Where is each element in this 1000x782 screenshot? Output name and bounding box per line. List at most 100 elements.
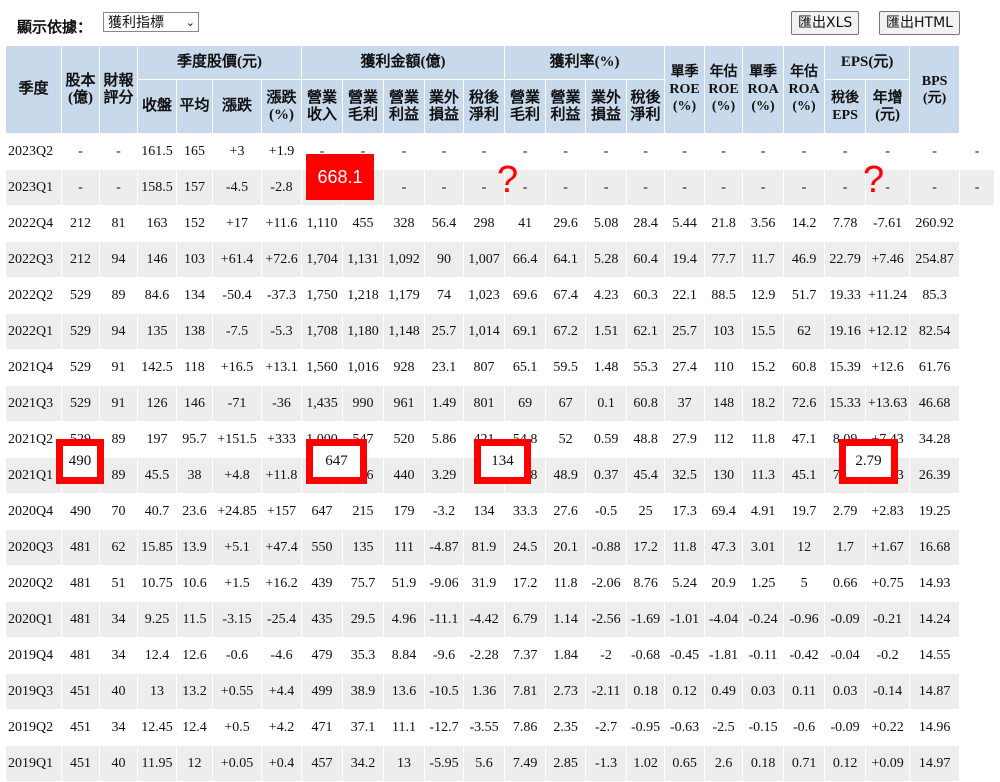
table-cell: 179 <box>383 493 425 530</box>
table-cell: - <box>742 133 785 170</box>
table-cell: 67 <box>545 385 587 422</box>
season-cell: 2019Q3 <box>5 673 62 710</box>
table-row: 2020Q1 481 34 9.25 11.5 -3.15 -25.4 435 29.5 4.96… <box>5 601 995 638</box>
table-cell: +13.1 <box>261 349 302 386</box>
table-cell: -2.8 <box>261 169 302 206</box>
table-cell: 37.1 <box>342 709 384 746</box>
col-roa-q: 單季 ROA (%) <box>742 45 785 134</box>
table-cell: - <box>909 169 961 206</box>
table-cell: +0.5 <box>212 709 262 746</box>
col-close: 收盤 <box>137 79 177 134</box>
table-cell: 22.79 <box>824 241 867 278</box>
export-html-button[interactable]: 匯出HTML <box>879 11 960 35</box>
table-cell: 1,092 <box>383 241 425 278</box>
table-cell: - <box>742 169 785 206</box>
table-cell: 27.6 <box>545 493 587 530</box>
table-cell: 60.4 <box>626 241 666 278</box>
table-cell: - <box>664 169 706 206</box>
col-net-income: 稅後 淨利 <box>462 79 506 134</box>
table-cell: -2.28 <box>462 637 506 674</box>
table-cell: 11.8 <box>742 421 785 458</box>
export-xls-button[interactable]: 匯出XLS <box>791 11 860 35</box>
table-cell: 212 <box>61 241 100 278</box>
table-cell: 135 <box>137 313 177 350</box>
table-cell: 64.1 <box>545 241 587 278</box>
table-cell: -0.24 <box>742 601 785 638</box>
table-cell: -0.42 <box>783 637 826 674</box>
table-cell: 60.3 <box>626 277 666 314</box>
group-eps: EPS(元) <box>824 45 911 80</box>
table-cell: -0.21 <box>865 601 911 638</box>
table-cell: -36 <box>261 385 302 422</box>
table-cell: 5.24 <box>664 565 706 602</box>
table-cell: 27.9 <box>664 421 706 458</box>
table-cell: -71 <box>212 385 262 422</box>
table-cell: 215 <box>342 493 384 530</box>
table-cell: 7.37 <box>504 637 547 674</box>
table-cell: +61.4 <box>212 241 262 278</box>
table-cell: 12.6 <box>176 637 213 674</box>
table-cell: 1,016 <box>342 349 384 386</box>
table-cell: - <box>585 133 628 170</box>
table-cell: 62.1 <box>626 313 666 350</box>
table-cell: +5.1 <box>212 529 262 566</box>
table-cell: 82.54 <box>909 313 961 350</box>
table-cell: 0.66 <box>824 565 867 602</box>
table-cell: 451 <box>61 745 100 782</box>
display-by-value: 獲利指標 <box>108 15 164 31</box>
table-cell: +16.2 <box>261 565 302 602</box>
table-cell: 328 <box>383 205 425 242</box>
table-cell: 89 <box>99 277 138 314</box>
season-cell: 2020Q3 <box>5 529 62 566</box>
col-eps: 稅後 EPS <box>824 79 867 134</box>
table-cell: 8.76 <box>626 565 666 602</box>
table-cell: 23.6 <box>176 493 213 530</box>
table-cell: - <box>824 133 867 170</box>
table-cell: 26.39 <box>909 457 961 494</box>
col-rating: 財報 評分 <box>99 45 138 134</box>
table-cell: 34 <box>99 637 138 674</box>
table-row: 2022Q4 212 81 163 152 +17 +11.6 1,110 455 328 56.4… <box>5 205 995 242</box>
table-cell: -0.96 <box>783 601 826 638</box>
table-cell: - <box>959 169 995 206</box>
table-cell: 81.9 <box>462 529 506 566</box>
col-change-pct: 漲跌 (%) <box>261 79 302 134</box>
table-cell: 33.3 <box>504 493 547 530</box>
table-cell: -0.5 <box>585 493 628 530</box>
table-cell: 134 <box>176 277 213 314</box>
col-roe-q: 單季 ROE (%) <box>664 45 706 134</box>
table-row: 2020Q3 481 62 15.85 13.9 +5.1 +47.4 550 135 111 -4… <box>5 529 995 566</box>
table-cell: -0.04 <box>824 637 867 674</box>
table-cell: 89 <box>99 457 138 494</box>
table-cell: 69.6 <box>504 277 547 314</box>
table-cell: -0.45 <box>664 637 706 674</box>
table-cell: -4.04 <box>704 601 744 638</box>
table-cell: -7.61 <box>865 205 911 242</box>
table-cell: 24.5 <box>504 529 547 566</box>
table-cell: -0.68 <box>626 637 666 674</box>
table-cell: -0.15 <box>742 709 785 746</box>
table-cell: 27.4 <box>664 349 706 386</box>
table-cell: 4.23 <box>585 277 628 314</box>
table-cell: +0.55 <box>212 673 262 710</box>
table-cell: 2.79 <box>824 493 867 530</box>
table-cell: 67.4 <box>545 277 587 314</box>
table-cell: 37 <box>664 385 706 422</box>
table-cell: 34.28 <box>909 421 961 458</box>
highlight-revenue-2020q4: 647 <box>306 439 367 484</box>
table-cell: 197 <box>137 421 177 458</box>
table-cell: 451 <box>61 709 100 746</box>
table-cell: - <box>783 133 826 170</box>
display-by-select[interactable]: 獲利指標 ⌄ <box>103 12 199 32</box>
table-row: 2019Q4 481 34 12.4 12.6 -0.6 -4.6 479 35.3 8.84 -9… <box>5 637 995 674</box>
table-cell: 158.5 <box>137 169 177 206</box>
table-cell: - <box>99 169 138 206</box>
display-by-label: 顯示依據： <box>17 18 93 36</box>
table-cell: +72.6 <box>261 241 302 278</box>
table-cell: 17.3 <box>664 493 706 530</box>
table-cell: 29.5 <box>342 601 384 638</box>
table-cell: 40 <box>99 673 138 710</box>
table-cell: 14.24 <box>909 601 961 638</box>
table-cell: +47.4 <box>261 529 302 566</box>
table-cell: 45.5 <box>137 457 177 494</box>
